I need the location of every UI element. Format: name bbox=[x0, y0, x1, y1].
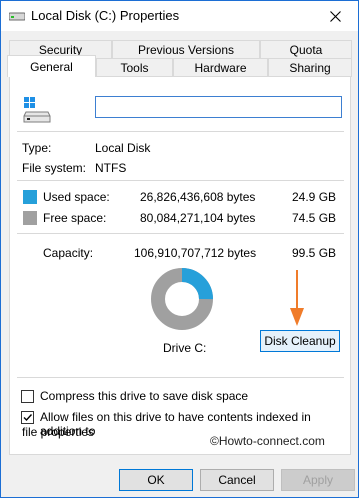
title-bar: Local Disk (C:) Properties bbox=[1, 1, 358, 31]
apply-button[interactable]: Apply bbox=[281, 469, 355, 491]
tab-label: Sharing bbox=[289, 61, 331, 75]
apply-label: Apply bbox=[302, 473, 334, 487]
capacity-bytes: 106,910,707,712 bytes bbox=[134, 246, 257, 260]
arrow-down-icon bbox=[290, 270, 304, 326]
compress-checkbox[interactable] bbox=[21, 390, 34, 403]
ok-button[interactable]: OK bbox=[119, 469, 193, 491]
file-system-label: File system: bbox=[22, 161, 87, 175]
disk-usage-donut bbox=[151, 268, 213, 330]
free-space-label: Free space: bbox=[43, 211, 107, 225]
general-panel: Type: Local Disk File system: NTFS Used … bbox=[9, 76, 351, 455]
disk-cleanup-button[interactable]: Disk Cleanup bbox=[260, 330, 340, 352]
separator bbox=[17, 377, 344, 378]
close-icon bbox=[329, 10, 341, 22]
separator bbox=[17, 131, 344, 132]
cancel-button[interactable]: Cancel bbox=[200, 469, 274, 491]
drive-name-input[interactable] bbox=[95, 96, 342, 118]
tab-label: Quota bbox=[289, 43, 323, 57]
ok-label: OK bbox=[147, 473, 165, 487]
free-space-gb: 74.5 GB bbox=[292, 211, 337, 225]
compress-label: Compress this drive to save disk space bbox=[40, 389, 249, 403]
tab-hardware[interactable]: Hardware bbox=[173, 58, 268, 77]
used-space-swatch bbox=[23, 190, 37, 204]
capacity-gb: 99.5 GB bbox=[292, 246, 337, 260]
tab-label: General bbox=[30, 59, 73, 74]
capacity-label: Capacity: bbox=[43, 246, 94, 260]
tab-label: Previous Versions bbox=[137, 43, 235, 57]
type-label: Type: bbox=[22, 141, 52, 155]
properties-window: Local Disk (C:) Properties Security Prev… bbox=[0, 0, 359, 498]
watermark: ©Howto-connect.com bbox=[210, 434, 325, 448]
file-system-value: NTFS bbox=[95, 161, 127, 175]
index-checkbox[interactable] bbox=[21, 411, 34, 424]
used-space-gb: 24.9 GB bbox=[292, 190, 337, 204]
used-space-label: Used space: bbox=[43, 190, 110, 204]
tab-quota[interactable]: Quota bbox=[260, 40, 352, 59]
tab-tools[interactable]: Tools bbox=[96, 58, 173, 77]
drive-label: Drive C: bbox=[163, 341, 207, 355]
tab-general[interactable]: General bbox=[7, 55, 96, 77]
free-space-bytes: 80,084,271,104 bytes bbox=[140, 211, 256, 225]
separator bbox=[17, 233, 344, 234]
tab-label: Hardware bbox=[194, 61, 247, 75]
tab-label: Tools bbox=[120, 61, 149, 75]
local-disk-icon bbox=[23, 97, 51, 123]
separator bbox=[17, 180, 344, 181]
drive-icon bbox=[9, 12, 25, 21]
disk-cleanup-label: Disk Cleanup bbox=[264, 334, 336, 348]
checkmark-icon bbox=[23, 414, 33, 422]
cancel-label: Cancel bbox=[218, 473, 256, 487]
close-button[interactable] bbox=[312, 1, 358, 31]
tab-sharing[interactable]: Sharing bbox=[268, 58, 352, 77]
window-title: Local Disk (C:) Properties bbox=[31, 8, 180, 23]
free-space-swatch bbox=[23, 211, 37, 225]
type-value: Local Disk bbox=[95, 141, 151, 155]
tab-previous-versions[interactable]: Previous Versions bbox=[112, 40, 260, 59]
used-space-bytes: 26,826,436,608 bytes bbox=[140, 190, 256, 204]
index-label-line2: file properties bbox=[22, 425, 95, 439]
